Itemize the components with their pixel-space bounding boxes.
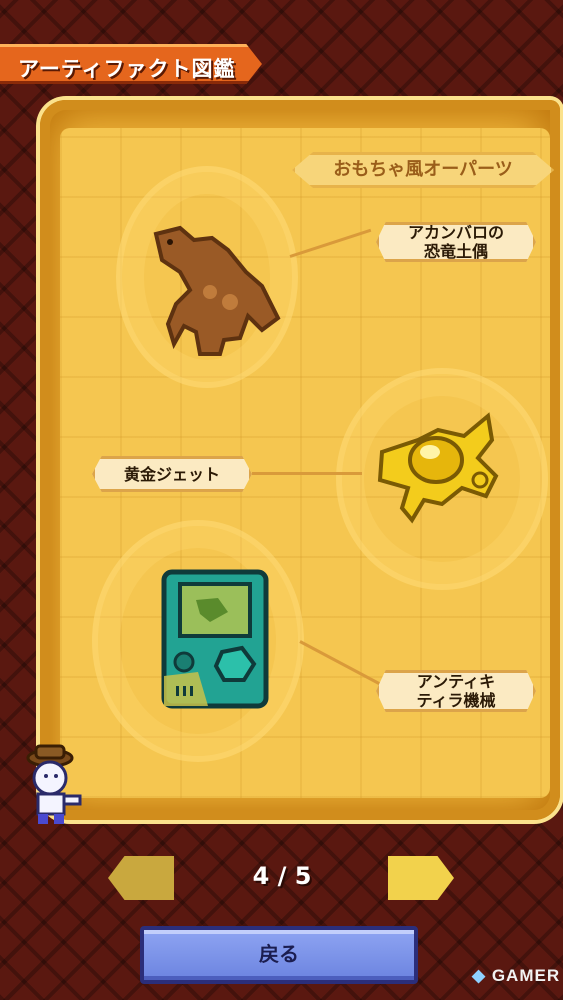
clay-dinosaur-figurine-icon xyxy=(153,225,281,356)
next-page-button[interactable] xyxy=(388,856,454,900)
artifact-item-antikythera[interactable] xyxy=(158,568,272,714)
connector-line xyxy=(252,472,362,475)
page-indicator: 4 / 5 xyxy=(252,862,312,890)
golden-jet-icon xyxy=(377,412,499,524)
gamer-logo-icon: ◆ xyxy=(472,966,487,985)
artifact-label-antikythera[interactable]: アンティキ ティラ機械 xyxy=(376,670,536,712)
explorer-mascot-icon xyxy=(26,744,82,824)
gamer-watermark: ◆ GAMER xyxy=(472,966,560,986)
page-title: アーティファクト図鑑 xyxy=(18,57,236,81)
mascot-character xyxy=(18,744,88,830)
artifact-label-dinosaur[interactable]: アカンバロの 恐竜土偶 xyxy=(376,222,536,262)
category-label: おもちゃ風オーパーツ xyxy=(292,152,554,188)
artifact-item-golden-jet[interactable] xyxy=(368,396,506,532)
title-banner: アーティファクト図鑑 xyxy=(0,44,262,84)
prev-page-button[interactable] xyxy=(108,856,174,900)
handheld-device-icon xyxy=(161,569,269,709)
back-button[interactable]: 戻る xyxy=(140,926,418,984)
artifact-item-dinosaur[interactable] xyxy=(150,220,282,364)
artifact-label-golden-jet[interactable]: 黄金ジェット xyxy=(92,456,252,492)
watermark-text: GAMER xyxy=(491,966,561,985)
